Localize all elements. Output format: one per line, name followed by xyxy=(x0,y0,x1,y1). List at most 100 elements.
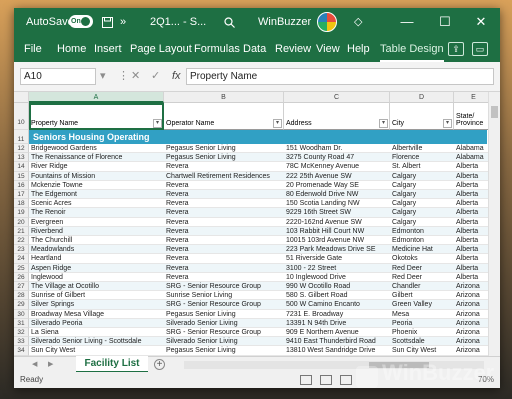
table-cell[interactable]: 151 Woodham Dr. xyxy=(284,144,390,154)
table-cell[interactable]: Sun City West xyxy=(390,346,454,356)
table-cell[interactable]: 150 Scotia Landing NW xyxy=(284,199,390,209)
table-cell[interactable]: Calgary xyxy=(390,180,454,190)
table-cell[interactable]: 9229 16th Street SW xyxy=(284,208,390,218)
menu-table-design[interactable]: Table Design xyxy=(380,36,444,62)
row-header[interactable]: 34 xyxy=(14,346,29,356)
menu-view[interactable]: View xyxy=(316,36,340,62)
autosave-toggle[interactable]: On xyxy=(69,15,93,28)
row-header[interactable]: 25 xyxy=(14,263,29,273)
row-header[interactable]: 18 xyxy=(14,199,29,209)
column-header[interactable]: A xyxy=(29,92,164,103)
table-cell[interactable]: St. Albert xyxy=(390,162,454,172)
filter-dropdown-icon[interactable]: ▾ xyxy=(153,119,162,128)
menu-insert[interactable]: Insert xyxy=(94,36,122,62)
table-cell[interactable]: Sunrise Senior Living xyxy=(164,291,284,301)
scroll-thumb[interactable] xyxy=(491,106,498,118)
table-cell[interactable]: 13810 West Sandridge Drive xyxy=(284,346,390,356)
table-cell[interactable]: Broadway Mesa Village xyxy=(29,309,164,319)
table-cell[interactable]: 103 Rabbit Hill Court NW xyxy=(284,226,390,236)
row-header[interactable]: 24 xyxy=(14,254,29,264)
row-header[interactable]: 19 xyxy=(14,208,29,218)
table-cell[interactable]: Inglewood xyxy=(29,272,164,282)
table-cell[interactable]: Revera xyxy=(164,254,284,264)
table-cell[interactable]: Chandler xyxy=(390,282,454,292)
row-header[interactable]: 29 xyxy=(14,300,29,310)
column-header[interactable]: D xyxy=(390,92,454,103)
table-cell[interactable]: Peoria xyxy=(390,318,454,328)
table-cell[interactable]: Okotoks xyxy=(390,254,454,264)
table-cell[interactable]: 10015 103rd Avenue NW xyxy=(284,236,390,246)
sheet-tab-facility-list[interactable]: Facility List xyxy=(76,356,148,373)
table-cell[interactable]: Gilbert xyxy=(390,291,454,301)
table-cell[interactable]: SRG - Senior Resource Group xyxy=(164,300,284,310)
table-cell[interactable]: Revera xyxy=(164,190,284,200)
menu-review[interactable]: Review xyxy=(275,36,311,62)
column-header[interactable]: B xyxy=(164,92,284,103)
page-break-view-icon[interactable] xyxy=(340,375,352,385)
table-cell[interactable]: Revera xyxy=(164,217,284,227)
row-header[interactable]: 23 xyxy=(14,245,29,255)
menu-help[interactable]: Help xyxy=(347,36,370,62)
insert-function-icon[interactable]: fx xyxy=(172,68,181,85)
table-cell[interactable]: Red Deer xyxy=(390,272,454,282)
row-header[interactable]: 17 xyxy=(14,190,29,200)
worksheet-grid[interactable]: ABCDE 10 Property Name ▾ Operator Name ▾ Add… xyxy=(14,92,500,356)
table-cell[interactable]: La Siena xyxy=(29,328,164,338)
section-header[interactable]: Seniors Housing Operating xyxy=(29,130,487,144)
row-header[interactable]: 21 xyxy=(14,226,29,236)
row-header[interactable]: 10 xyxy=(14,103,29,130)
table-cell[interactable]: Riverbend xyxy=(29,226,164,236)
table-cell[interactable]: Scenic Acres xyxy=(29,199,164,209)
row-header[interactable]: 14 xyxy=(14,162,29,172)
row-header[interactable]: 20 xyxy=(14,217,29,227)
table-cell[interactable]: SRG - Senior Resource Group xyxy=(164,282,284,292)
next-sheet-icon[interactable]: ▶ xyxy=(48,357,53,373)
table-cell[interactable]: 500 W Camino Encanto xyxy=(284,300,390,310)
table-cell[interactable]: Sunrise of Gilbert xyxy=(29,291,164,301)
table-cell[interactable]: Evergreen xyxy=(29,217,164,227)
table-cell[interactable]: The Renoir xyxy=(29,208,164,218)
table-cell[interactable]: 3275 County Road 47 xyxy=(284,153,390,163)
menu-home[interactable]: Home xyxy=(57,36,86,62)
table-cell[interactable]: 9410 East Thunderbird Road xyxy=(284,337,390,347)
table-cell[interactable]: Mesa xyxy=(390,309,454,319)
table-cell[interactable]: 10 Inglewood Drive xyxy=(284,272,390,282)
add-sheet-icon[interactable]: + xyxy=(154,359,165,370)
row-header[interactable]: 16 xyxy=(14,180,29,190)
search-icon[interactable] xyxy=(224,8,238,36)
filter-dropdown-icon[interactable]: ▾ xyxy=(379,119,388,128)
column-header[interactable]: C xyxy=(284,92,390,103)
table-cell[interactable]: Revera xyxy=(164,162,284,172)
name-box[interactable]: A10 xyxy=(20,68,96,85)
normal-view-icon[interactable] xyxy=(300,375,312,385)
table-cell[interactable]: 51 Riverside Gate xyxy=(284,254,390,264)
table-cell[interactable]: Mckenzie Towne xyxy=(29,180,164,190)
prev-sheet-icon[interactable]: ◀ xyxy=(32,357,37,373)
table-cell[interactable]: Medicine Hat xyxy=(390,245,454,255)
table-cell[interactable]: Calgary xyxy=(390,199,454,209)
row-header[interactable]: 27 xyxy=(14,282,29,292)
table-cell[interactable]: Revera xyxy=(164,226,284,236)
cancel-icon[interactable]: ✕ xyxy=(131,68,140,85)
avatar[interactable] xyxy=(317,12,337,32)
table-cell[interactable]: 80 Edenwold Drive NW xyxy=(284,190,390,200)
table-cell[interactable]: Green Valley xyxy=(390,300,454,310)
formula-input[interactable]: Property Name xyxy=(186,68,494,85)
menu-data[interactable]: Data xyxy=(243,36,266,62)
table-cell[interactable]: Albertville xyxy=(390,144,454,154)
table-cell[interactable]: 2220-162nd Avenue SW xyxy=(284,217,390,227)
row-header[interactable]: 33 xyxy=(14,337,29,347)
table-cell[interactable]: Fountains of Mission xyxy=(29,171,164,181)
table-header-cell[interactable]: Property Name ▾ xyxy=(29,103,164,130)
row-header[interactable]: 12 xyxy=(14,144,29,154)
table-cell[interactable]: 7231 E. Broadway xyxy=(284,309,390,319)
close-icon[interactable]: ✕ xyxy=(466,8,496,36)
row-header[interactable]: 32 xyxy=(14,328,29,338)
table-cell[interactable]: Edmonton xyxy=(390,236,454,246)
table-cell[interactable]: The Churchill xyxy=(29,236,164,246)
menu-file[interactable]: File xyxy=(24,36,42,62)
diamond-icon[interactable]: ◇ xyxy=(354,8,362,36)
table-cell[interactable]: 580 S. Gilbert Road xyxy=(284,291,390,301)
table-header-cell[interactable]: Address ▾ xyxy=(284,103,390,130)
table-cell[interactable]: Scottsdale xyxy=(390,337,454,347)
